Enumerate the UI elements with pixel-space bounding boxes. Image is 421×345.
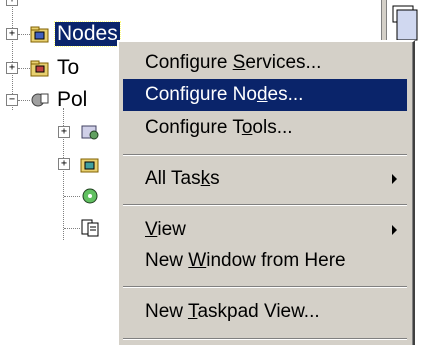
toolbar-icon[interactable] (391, 4, 419, 44)
tree-item-label[interactable]: Nodes (54, 21, 121, 47)
tree-child-row[interactable]: + (50, 120, 120, 144)
menu-separator (123, 204, 407, 206)
menu-item-configure-tools[interactable]: Configure Tools... (123, 112, 407, 144)
menu-label: New (145, 301, 188, 322)
menu-label: Configure No (145, 84, 257, 105)
tree-connector (64, 196, 80, 197)
submenu-arrow-icon (392, 225, 397, 235)
menu-accelerator: S (232, 52, 246, 73)
menu-item-new-taskpad-view[interactable]: New Taskpad View... (123, 296, 407, 328)
policy-group-icon (81, 125, 99, 140)
menu-item-configure-nodes[interactable]: Configure Nodes... (123, 79, 407, 111)
expand-icon[interactable]: + (58, 126, 70, 138)
menu-item-new-window[interactable]: New Window from Here (123, 245, 407, 277)
menu-label: ervices... (245, 52, 322, 73)
tree-connector (18, 34, 30, 35)
tree-connector (18, 68, 30, 69)
tree-child-row[interactable] (50, 184, 120, 208)
menu-label: iew (157, 219, 186, 240)
menu-accelerator: k (200, 168, 211, 189)
document-icon (81, 219, 99, 237)
menu-accelerator: o (241, 117, 253, 138)
tree-child-row[interactable] (50, 216, 120, 240)
disc-icon (82, 188, 98, 204)
tree-connector (18, 100, 30, 101)
tree-item-label[interactable]: Pol (57, 88, 87, 112)
menu-label: es... (267, 84, 304, 105)
expand-icon[interactable]: + (6, 62, 18, 74)
expand-icon[interactable]: + (6, 0, 18, 6)
menu-label: Configure T (145, 117, 242, 138)
tree-item-label[interactable]: To (57, 56, 79, 80)
menu-accelerator: V (145, 219, 158, 240)
menu-label: Configure (145, 52, 233, 73)
nodes-folder-icon (30, 26, 49, 43)
menu-accelerator: d (256, 84, 268, 105)
menu-accelerator: W (188, 250, 207, 271)
menu-label: New (145, 250, 189, 271)
tools-folder-icon (30, 60, 49, 77)
submenu-arrow-icon (392, 174, 397, 184)
policies-icon (31, 93, 49, 107)
menu-separator (123, 154, 407, 156)
policy-folder-icon (80, 158, 99, 173)
context-menu: Configure Services... Configure Nodes...… (117, 40, 415, 345)
menu-label: indow from Here (206, 250, 346, 271)
expand-icon[interactable]: + (6, 28, 18, 40)
menu-label: ols... (252, 117, 293, 138)
tree-connector (64, 228, 80, 229)
menu-item-configure-services[interactable]: Configure Services... (123, 47, 407, 79)
menu-label: All Tas (145, 168, 201, 189)
menu-item-all-tasks[interactable]: All Tasks (123, 163, 407, 195)
menu-label: s (210, 168, 220, 189)
menu-item-view[interactable]: View (123, 214, 407, 246)
tree-child-row[interactable]: + (50, 152, 120, 176)
menu-separator (123, 286, 407, 288)
tree-row-partial: + (0, 0, 150, 12)
menu-label: askpad View... (197, 301, 320, 322)
collapse-icon[interactable]: − (6, 94, 18, 106)
expand-icon[interactable]: + (58, 158, 70, 170)
menu-separator (123, 338, 407, 340)
